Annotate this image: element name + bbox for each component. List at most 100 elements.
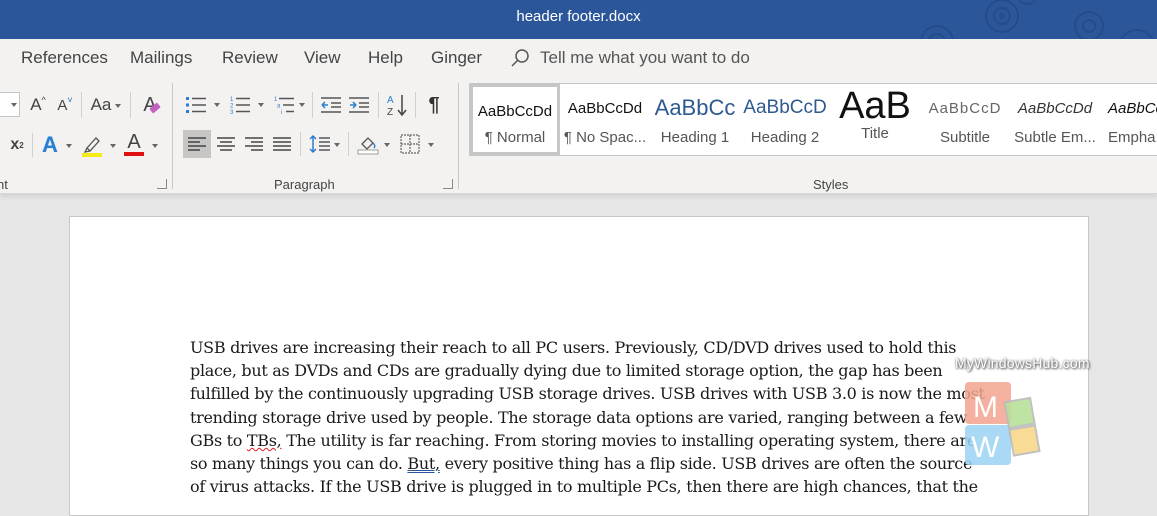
tab-view[interactable]: View (304, 48, 341, 68)
font-group-label: nt (0, 177, 8, 192)
superscript-icon: x (10, 136, 20, 153)
style-subtitle[interactable]: AaBbCcD Subtitle (920, 84, 1010, 155)
svg-text:1: 1 (274, 97, 278, 103)
line-spacing-button[interactable] (306, 130, 334, 158)
line-spacing-icon (309, 134, 330, 154)
justify-icon (273, 137, 291, 151)
styles-group-label: Styles (813, 177, 849, 192)
doc-line: trending storage drive used by people. T… (190, 407, 968, 427)
style-name: Subtitle (939, 129, 991, 146)
tab-review[interactable]: Review (222, 48, 278, 68)
tab-mailings[interactable]: Mailings (130, 48, 192, 68)
svg-text:2: 2 (230, 104, 234, 110)
borders-button[interactable] (397, 130, 423, 158)
bullets-dropdown[interactable] (214, 103, 220, 107)
search-icon (511, 49, 529, 67)
tab-help[interactable]: Help (368, 48, 403, 68)
style-name: Heading 1 (660, 129, 730, 146)
style-name: ¶ No Spac... (563, 129, 647, 146)
paint-bucket-icon (357, 137, 379, 155)
bullets-icon (186, 97, 206, 113)
highlight-button[interactable] (80, 132, 104, 160)
style-no-spacing[interactable]: AaBbCcDd ¶ No Spac... (560, 84, 650, 155)
change-case-button[interactable]: Aa (88, 92, 114, 118)
style-heading-2[interactable]: AaBbCcD Heading 2 (740, 84, 830, 155)
clear-formatting-button[interactable]: A (137, 91, 163, 119)
show-formatting-marks-button[interactable]: ¶ (422, 92, 446, 118)
numbering-dropdown[interactable] (258, 103, 264, 107)
line-spacing-dropdown[interactable] (334, 143, 340, 147)
borders-dropdown[interactable] (428, 143, 434, 147)
style-sample: AaBbCcD (928, 99, 1002, 117)
style-sample: AaBbCcDd (1108, 99, 1157, 117)
decrease-indent-icon (321, 97, 341, 113)
text-effects-button[interactable]: A (38, 131, 62, 159)
svg-text:i: i (281, 110, 282, 115)
font-size-dropdown[interactable] (11, 103, 17, 107)
doc-line: USB drives are increasing their reach to… (190, 338, 957, 357)
document-page[interactable]: USB drives are increasing their reach to… (69, 216, 1089, 516)
increase-indent-icon (349, 97, 369, 113)
align-right-icon (245, 137, 263, 151)
style-heading-1[interactable]: AaBbCc Heading 1 (650, 84, 740, 155)
title-bar: header footer.docx (0, 0, 1157, 39)
multilevel-list-icon: 1 a i (274, 97, 294, 115)
borders-icon (400, 134, 420, 154)
style-subtle-emphasis[interactable]: AaBbCcDd Subtle Em... (1010, 84, 1100, 155)
grammar-suggestion-word[interactable]: But, (407, 454, 440, 473)
svg-text:Z: Z (387, 107, 393, 117)
highlighter-icon (82, 137, 102, 157)
grow-font-icon: A (30, 95, 42, 114)
title-bar-decoration (920, 0, 1154, 39)
spelling-error-word[interactable]: TBs, (247, 431, 282, 450)
doc-line: GBs to TBs, The utility is far reaching.… (190, 429, 980, 452)
justify-button[interactable] (268, 130, 296, 158)
align-left-icon (188, 137, 206, 151)
style-name: Heading 2 (750, 129, 820, 146)
font-color-button[interactable]: A (122, 131, 146, 159)
multilevel-list-dropdown[interactable] (299, 103, 305, 107)
shrink-font-button[interactable]: A ˅ (54, 92, 76, 118)
sort-button[interactable]: A Z (385, 91, 409, 119)
grow-font-button[interactable]: A ^ (27, 92, 49, 118)
bullets-button[interactable] (184, 92, 208, 118)
tab-references[interactable]: References (21, 48, 108, 68)
font-color-dropdown[interactable] (152, 144, 158, 148)
shading-dropdown[interactable] (384, 143, 390, 147)
doc-line: so many things you can do. But, every po… (190, 452, 980, 475)
change-case-dropdown[interactable] (115, 104, 121, 108)
document-body[interactable]: USB drives are increasing their reach to… (190, 336, 985, 498)
increase-indent-button[interactable] (347, 92, 371, 118)
shading-button[interactable] (355, 130, 381, 158)
font-color-icon: A (127, 130, 141, 153)
pilcrow-icon: ¶ (428, 93, 440, 116)
style-sample: AaBbCcDd (1017, 99, 1093, 117)
superscript-button[interactable]: x2 (6, 132, 28, 158)
numbering-button[interactable]: 1 2 3 (228, 92, 252, 118)
paragraph-group-label: Paragraph (274, 177, 335, 192)
multilevel-list-button[interactable]: 1 a i (272, 92, 296, 118)
change-case-icon: Aa (90, 95, 112, 114)
superscript-exponent: 2 (19, 140, 24, 150)
paragraph-dialog-launcher[interactable] (443, 179, 453, 189)
tab-ginger[interactable]: Ginger (431, 48, 482, 68)
font-color-bar (124, 152, 144, 156)
align-right-button[interactable] (240, 130, 268, 158)
text-effects-dropdown[interactable] (66, 144, 72, 148)
style-sample: AaBbCc (654, 95, 736, 120)
tell-me-search[interactable]: Tell me what you want to do (510, 48, 750, 68)
align-center-button[interactable] (212, 130, 240, 158)
align-left-button[interactable] (183, 130, 211, 158)
ribbon-tabs: References Mailings Review View Help Gin… (0, 39, 1157, 79)
highlight-dropdown[interactable] (110, 144, 116, 148)
style-emphasis[interactable]: AaBbCcDd Empha... (1100, 84, 1157, 155)
align-center-icon (217, 137, 235, 151)
font-dialog-launcher[interactable] (157, 179, 167, 189)
style-name: Empha... (1108, 129, 1157, 146)
doc-line: fulfilled by the continuously upgrading … (190, 384, 985, 404)
svg-text:3: 3 (230, 110, 234, 115)
decrease-indent-button[interactable] (319, 92, 343, 118)
style-title[interactable]: AaB Title (830, 84, 920, 155)
style-normal[interactable]: AaBbCcDd ¶ Normal (470, 84, 560, 155)
font-size-box[interactable] (0, 92, 20, 117)
